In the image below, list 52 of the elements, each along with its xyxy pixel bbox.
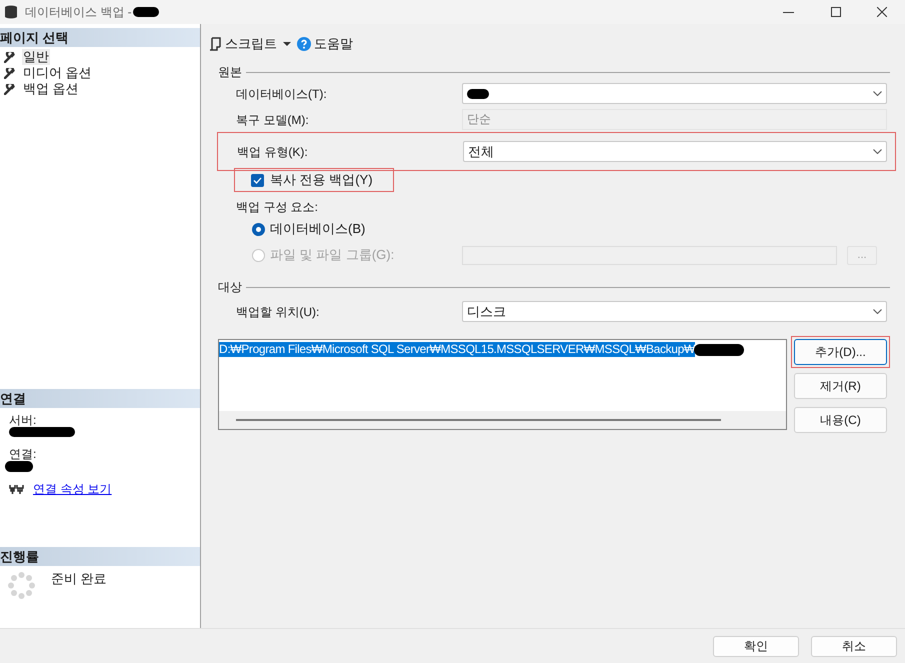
dialog-button[interactable]: 확인 <box>713 636 799 656</box>
chevron-down-icon <box>873 91 882 96</box>
field-label: 데이터베이스(T): <box>236 86 328 102</box>
database-icon <box>5 5 17 19</box>
dialog-button[interactable]: 취소 <box>811 636 897 656</box>
horizontal-scrollbar[interactable] <box>219 411 786 429</box>
redaction-mark <box>694 344 744 356</box>
field-label: 복구 모델(M): <box>236 112 310 128</box>
maximize-icon[interactable] <box>831 7 841 17</box>
page-item[interactable]: 백업 옵션 <box>22 81 80 97</box>
redaction-mark <box>132 7 159 17</box>
radio-option[interactable]: 데이터베이스(B) <box>252 219 462 239</box>
connection-properties-link[interactable]: 연결 속성 보기 <box>33 480 112 498</box>
section-header: 연결 <box>0 389 200 408</box>
connection-label: 연결: <box>9 447 38 461</box>
dropdown-caret-icon[interactable] <box>283 42 291 46</box>
section-header: 진행률 <box>0 547 200 566</box>
wrench-icon <box>4 52 15 62</box>
database-dropdown[interactable] <box>462 83 887 104</box>
field-label: 백업 유형(K): <box>237 144 309 160</box>
close-icon[interactable] <box>877 7 887 17</box>
copy-only-checkbox[interactable]: 복사 전용 백업(Y) <box>251 170 373 190</box>
progress-status: 준비 완료 <box>51 570 107 588</box>
field-label: 백업 구성 요소: <box>236 199 320 216</box>
list-action-button[interactable]: 제거(R) <box>794 373 887 399</box>
chevron-down-icon <box>873 309 882 314</box>
script-button[interactable]: 스크립트 <box>209 34 277 54</box>
wrench-icon <box>4 68 15 78</box>
plug-icon <box>9 484 24 494</box>
page-item[interactable]: 일반 <box>22 49 50 65</box>
checkmark-icon <box>253 176 262 184</box>
backup-type-dropdown[interactable]: 전체 <box>463 141 887 162</box>
list-action-button[interactable]: 추가(D)... <box>794 339 887 365</box>
spinner-icon <box>8 572 35 599</box>
list-action-button[interactable]: 내용(C) <box>794 407 887 433</box>
help-icon <box>297 37 311 51</box>
chevron-down-icon <box>873 149 882 154</box>
server-label: 서버: <box>9 413 38 427</box>
redaction-mark <box>467 88 489 98</box>
group-title: 원본 <box>218 64 242 81</box>
redaction-mark <box>5 461 33 472</box>
window-title: 데이터베이스 백업 - <box>25 4 132 21</box>
recovery-model-field: 단순 <box>462 109 887 130</box>
group-title: 대상 <box>218 279 242 296</box>
page-item[interactable]: 미디어 옵션 <box>22 65 93 81</box>
field-label: 백업할 위치(U): <box>236 304 320 320</box>
backup-location-dropdown[interactable]: 디스크 <box>462 301 887 322</box>
script-icon <box>209 37 221 51</box>
section-header: 페이지 선택 <box>0 28 200 47</box>
redaction-mark <box>9 427 75 437</box>
help-button[interactable]: 도움말 <box>297 34 353 54</box>
wrench-icon <box>4 84 15 94</box>
